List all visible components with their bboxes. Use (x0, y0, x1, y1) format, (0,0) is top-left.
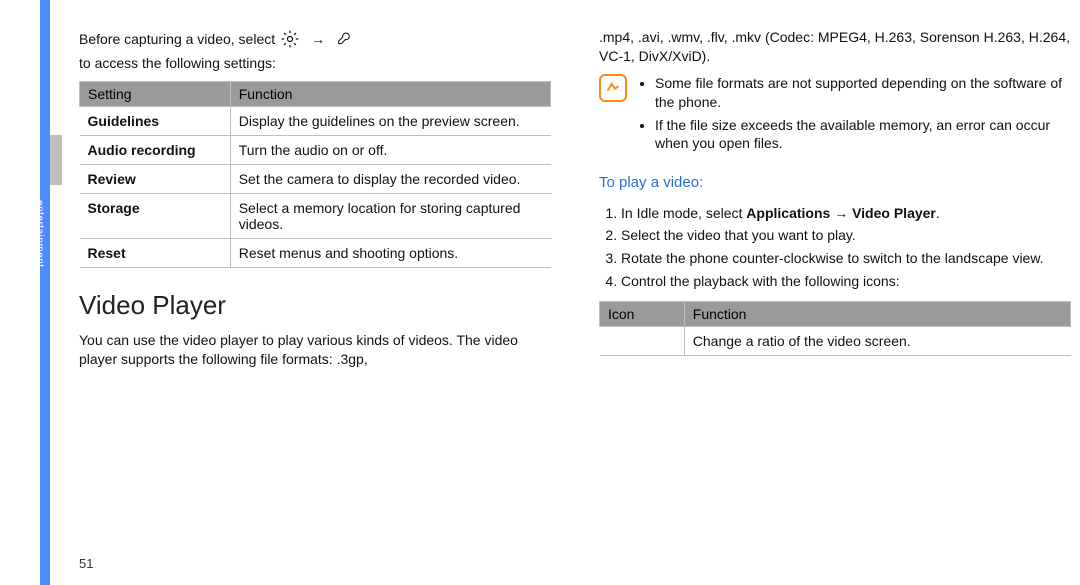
icon-function: Change a ratio of the video screen. (684, 327, 1070, 356)
table-header-row: Setting Function (80, 81, 551, 106)
step-strong: Applications → Video Player (746, 205, 936, 221)
step-text: . (936, 205, 940, 221)
setting-function: Reset menus and shooting options. (230, 238, 550, 267)
step-text: In Idle mode, select (621, 205, 746, 221)
note-box: Some file formats are not supported depe… (599, 74, 1071, 158)
right-column: .mp4, .avi, .wmv, .flv, .mkv (Codec: MPE… (599, 28, 1071, 585)
setting-function: Turn the audio on or off. (230, 135, 550, 164)
settings-table: Setting Function GuidelinesDisplay the g… (79, 81, 551, 268)
setting-name: Reset (80, 238, 231, 267)
intro-text-a: Before capturing a video, select (79, 30, 275, 49)
steps-list: In Idle mode, select Applications → Vide… (599, 202, 1071, 294)
section-heading: Video Player (79, 290, 551, 321)
step-item: In Idle mode, select Applications → Vide… (621, 202, 1071, 225)
page-number: 51 (79, 556, 93, 571)
arrow-icon: → (311, 30, 325, 49)
gear-icon (279, 28, 301, 50)
setting-name: Review (80, 164, 231, 193)
table-row: Change a ratio of the video screen. (600, 327, 1071, 356)
icon-cell (600, 327, 685, 356)
intro-text-b: to access the following settings: (79, 54, 276, 73)
note-list: Some file formats are not supported depe… (637, 74, 1071, 158)
setting-function: Select a memory location for storing cap… (230, 193, 550, 238)
formats-text: .mp4, .avi, .wmv, .flv, .mkv (Codec: MPE… (599, 28, 1071, 66)
step-item: Select the video that you want to play. (621, 224, 1071, 247)
note-item: If the file size exceeds the available m… (655, 116, 1071, 158)
table-row: Audio recordingTurn the audio on or off. (80, 135, 551, 164)
settings-intro: Before capturing a video, select → to ac… (79, 28, 551, 73)
note-icon (599, 74, 627, 102)
table-row: ResetReset menus and shooting options. (80, 238, 551, 267)
setting-name: Storage (80, 193, 231, 238)
step-item: Control the playback with the following … (621, 270, 1071, 293)
setting-name: Audio recording (80, 135, 231, 164)
table-row: ReviewSet the camera to display the reco… (80, 164, 551, 193)
section-body: You can use the video player to play var… (79, 331, 551, 369)
setting-name: Guidelines (80, 106, 231, 135)
table-row: GuidelinesDisplay the guidelines on the … (80, 106, 551, 135)
side-gray-tab (50, 135, 62, 185)
side-section-label: entertainment (34, 200, 45, 320)
setting-function: Set the camera to display the recorded v… (230, 164, 550, 193)
icon-table: Icon Function Change a ratio of the vide… (599, 301, 1071, 356)
col-header-setting: Setting (80, 81, 231, 106)
step-item: Rotate the phone counter-clockwise to sw… (621, 247, 1071, 270)
page-content: Before capturing a video, select → to ac… (79, 0, 1071, 585)
setting-function: Display the guidelines on the preview sc… (230, 106, 550, 135)
col-header-icon: Icon (600, 302, 685, 327)
col-header-function: Function (684, 302, 1070, 327)
note-item: Some file formats are not supported depe… (655, 74, 1071, 116)
table-row: StorageSelect a memory location for stor… (80, 193, 551, 238)
table-header-row: Icon Function (600, 302, 1071, 327)
left-column: Before capturing a video, select → to ac… (79, 28, 551, 585)
subheading: To play a video: (599, 173, 1071, 193)
wrench-icon (335, 28, 353, 50)
col-header-function: Function (230, 81, 550, 106)
